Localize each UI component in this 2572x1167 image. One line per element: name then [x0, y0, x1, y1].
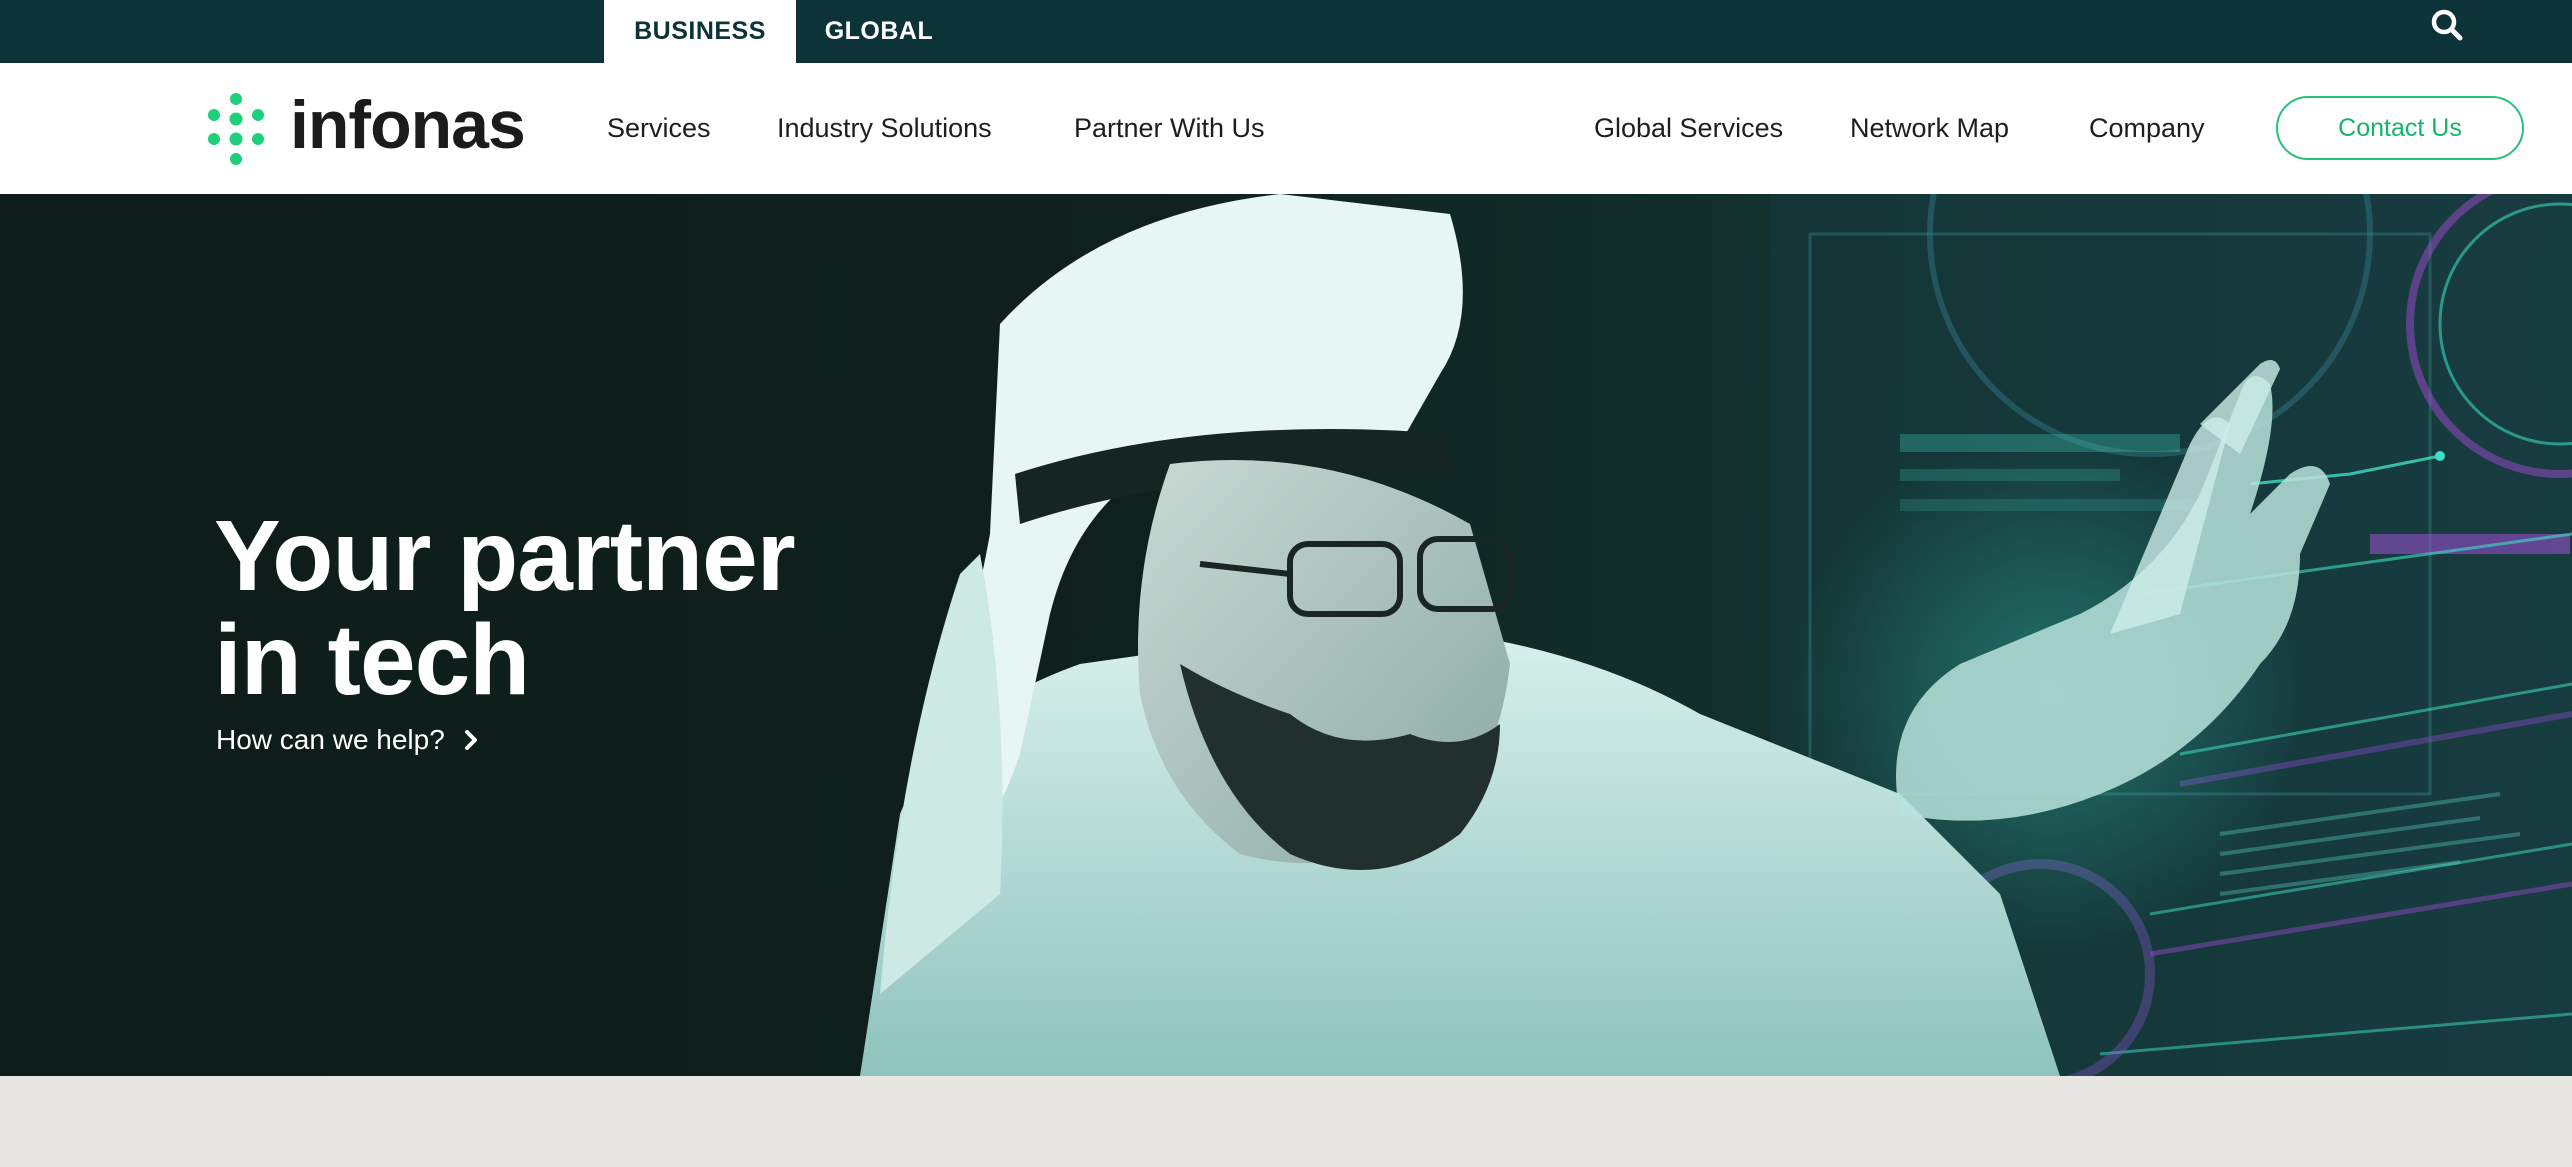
- nav-global-services[interactable]: Global Services: [1594, 63, 1783, 194]
- how-can-we-help-link[interactable]: How can we help?: [216, 724, 479, 756]
- nav-partner-with-us[interactable]: Partner With Us: [1074, 63, 1265, 194]
- top-utility-bar: BUSINESS GLOBAL: [0, 0, 2572, 63]
- next-section-strip: [0, 1076, 2572, 1167]
- search-icon[interactable]: [2428, 6, 2468, 46]
- logo-mark-icon: [208, 93, 264, 165]
- brand-name: infonas: [290, 87, 526, 163]
- hero-cta-label: How can we help?: [216, 724, 445, 755]
- main-navigation: infonas Services Industry Solutions Part…: [0, 63, 2572, 194]
- hero-heading-line-1: Your partner: [214, 500, 796, 612]
- hero-heading: Your partner in tech: [214, 504, 914, 712]
- hero-banner: Your partner in tech How can we help?: [0, 194, 2572, 1076]
- tab-business[interactable]: BUSINESS: [604, 0, 796, 63]
- nav-services[interactable]: Services: [607, 63, 711, 194]
- hero-heading-line-2: in tech: [214, 604, 530, 716]
- brand-logo[interactable]: infonas: [204, 87, 534, 165]
- contact-us-button[interactable]: Contact Us: [2276, 96, 2524, 160]
- nav-company[interactable]: Company: [2089, 63, 2205, 194]
- nav-industry-solutions[interactable]: Industry Solutions: [777, 63, 992, 194]
- nav-network-map[interactable]: Network Map: [1850, 63, 2009, 194]
- tab-global[interactable]: GLOBAL: [796, 0, 962, 63]
- chevron-right-icon: [464, 730, 477, 750]
